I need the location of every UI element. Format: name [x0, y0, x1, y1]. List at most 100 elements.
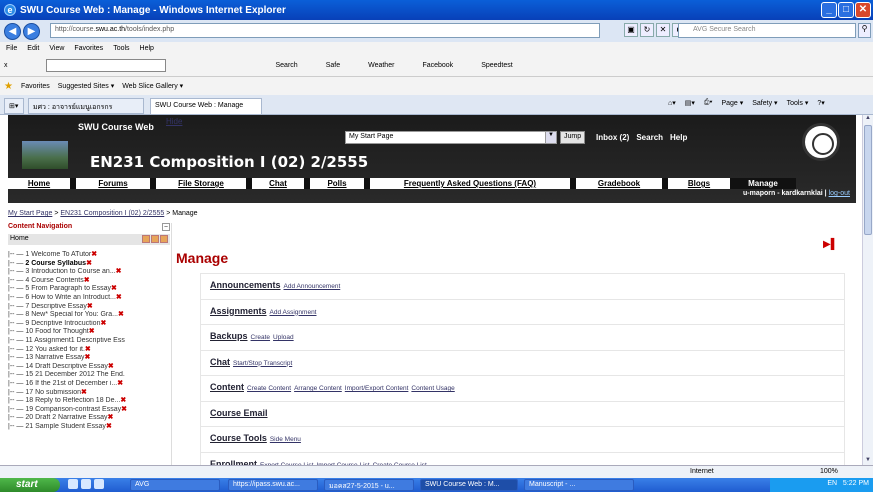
content-tree-item[interactable]: |-- — 4 Course Contents✖ — [8, 277, 171, 286]
address-bar[interactable]: http://course.swu.ac.th/tools/index.php — [50, 23, 600, 38]
compatibility-icon[interactable]: ▣ — [624, 23, 638, 37]
manage-section-link[interactable]: Chat — [210, 357, 230, 367]
content-tree-item[interactable]: |-- — 2 Course Syllabus✖ — [8, 260, 171, 269]
toolbar-facebook[interactable]: Facebook — [422, 62, 453, 69]
refresh-icon[interactable]: ↻ — [640, 23, 654, 37]
folder-icon[interactable] — [142, 235, 150, 243]
edit-icon[interactable] — [160, 235, 168, 243]
hide-link[interactable]: Hide — [166, 117, 182, 126]
content-tree-item[interactable]: |-- — 16 If the 21st of December i...✖ — [8, 380, 171, 389]
taskbar-document[interactable]: มอคส27-5-2015 - u... — [324, 479, 414, 491]
manage-section-link[interactable]: Assignments — [210, 306, 267, 316]
breadcrumb-start-page[interactable]: My Start Page — [8, 210, 52, 217]
nav-polls[interactable]: Polls — [310, 178, 370, 189]
scroll-thumb[interactable] — [864, 125, 872, 235]
start-button[interactable]: start — [0, 478, 60, 492]
content-tree-item[interactable]: |-- — 8 New* Special for You: Gra...✖ — [8, 311, 171, 320]
content-tree-item[interactable]: |-- — 11 Assignment1 Descriptive Ess — [8, 337, 171, 346]
delete-icon[interactable]: ✖ — [107, 414, 113, 421]
delete-icon[interactable]: ✖ — [85, 354, 91, 361]
content-tree-item[interactable]: |-- — 6 How to Write an Introduct...✖ — [8, 294, 171, 303]
manage-sublink[interactable]: Import/Export Content — [345, 385, 409, 392]
clock[interactable]: 5:22 PM — [843, 480, 869, 487]
toolbar-close[interactable]: x — [4, 62, 8, 69]
ie-quicklaunch-icon[interactable] — [68, 479, 78, 489]
tab-swu-thai[interactable]: มศว : อาจารย์แมนูเอกรกร — [28, 98, 144, 114]
inbox-link[interactable]: Inbox (2) — [596, 133, 629, 142]
collapse-icon[interactable]: – — [162, 223, 170, 231]
tools-menu[interactable]: Tools ▾ — [787, 99, 809, 107]
minimize-button[interactable]: _ — [821, 2, 837, 18]
jump-button[interactable]: Jump — [560, 131, 586, 144]
nav-blogs[interactable]: Blogs — [668, 178, 736, 189]
menu-file[interactable]: File — [6, 45, 17, 52]
close-button[interactable]: ✕ — [855, 2, 871, 18]
menu-view[interactable]: View — [49, 45, 64, 52]
toolbar-search[interactable]: Search — [276, 62, 298, 69]
manage-sublink[interactable]: Arrange Content — [294, 385, 342, 392]
toolbar-safe[interactable]: Safe — [326, 62, 340, 69]
delete-icon[interactable]: ✖ — [106, 423, 112, 430]
manage-section-link[interactable]: Course Tools — [210, 433, 267, 443]
back-button[interactable]: ◀ — [4, 22, 21, 40]
taskbar-manuscript[interactable]: Manuscript - ... — [524, 479, 634, 491]
delete-icon[interactable]: ✖ — [116, 294, 122, 301]
nav-forums[interactable]: Forums — [76, 178, 156, 189]
content-tree-item[interactable]: |-- — 7 Descriptive Essay✖ — [8, 303, 171, 312]
chrome-quicklaunch-icon[interactable] — [81, 479, 91, 489]
nav-faq[interactable]: Frequently Asked Questions (FAQ) — [370, 178, 576, 189]
delete-icon[interactable]: ✖ — [85, 346, 91, 353]
content-tree-item[interactable]: |-- — 20 Draft 2 Narrative Essay✖ — [8, 414, 171, 423]
jump-select[interactable]: My Start Page ▼ — [345, 131, 557, 144]
tab-course-web-manage[interactable]: SWU Course Web : Manage — [150, 98, 262, 114]
manage-section-link[interactable]: Backups — [210, 331, 248, 341]
play-arrow-icon[interactable]: ▶▌ — [823, 239, 838, 250]
feeds-icon[interactable]: ▤▾ — [685, 99, 695, 107]
toolbar-weather[interactable]: Weather — [368, 62, 394, 69]
help-icon[interactable]: ?▾ — [817, 99, 824, 107]
manage-sublink[interactable]: Create Content — [247, 385, 291, 392]
manage-sublink[interactable]: Content Usage — [411, 385, 454, 392]
search-link[interactable]: Search — [636, 133, 663, 142]
toolbar-search-input[interactable] — [45, 59, 166, 72]
zoom-level[interactable]: 100% — [820, 468, 838, 475]
delete-icon[interactable]: ✖ — [89, 328, 95, 335]
manage-sublink[interactable]: Add Assignment — [270, 309, 317, 316]
delete-icon[interactable]: ✖ — [86, 260, 92, 267]
menu-edit[interactable]: Edit — [27, 45, 39, 52]
content-tree-item[interactable]: |-- — 9 Decriptive Introcuction✖ — [8, 320, 171, 329]
content-tree-item[interactable]: |-- — 19 Comparison-contrast Essay✖ — [8, 406, 171, 415]
content-tree-item[interactable]: |-- — 3 Introduction to Course an...✖ — [8, 268, 171, 277]
manage-sublink[interactable]: Add Announcement — [284, 283, 341, 290]
logout-link[interactable]: log-out — [829, 190, 850, 197]
taskbar-avg[interactable]: AVG — [130, 479, 220, 491]
manage-section-link[interactable]: Announcements — [210, 280, 281, 290]
language-indicator[interactable]: EN — [827, 480, 837, 487]
suggested-sites-link[interactable]: Suggested Sites ▾ — [58, 82, 114, 90]
delete-icon[interactable]: ✖ — [91, 251, 97, 258]
stop-icon[interactable]: ✕ — [656, 23, 670, 37]
content-tree-item[interactable]: |-- — 21 Sample Student Essay✖ — [8, 423, 171, 432]
delete-icon[interactable]: ✖ — [120, 397, 126, 404]
taskbar-course-web[interactable]: SWU Course Web : M... — [420, 479, 518, 491]
delete-icon[interactable]: ✖ — [116, 268, 122, 275]
search-icon[interactable]: ⚲ — [858, 23, 871, 38]
manage-sublink[interactable]: Upload — [273, 334, 294, 341]
print-icon[interactable]: ⎙▾ — [704, 99, 713, 107]
manage-sublink[interactable]: Create — [251, 334, 271, 341]
delete-icon[interactable]: ✖ — [108, 363, 114, 370]
forward-button[interactable]: ▶ — [23, 22, 40, 40]
home-icon[interactable]: ⌂▾ — [668, 99, 676, 107]
toolbar-speedtest[interactable]: Speedtest — [481, 62, 513, 69]
menu-favorites[interactable]: Favorites — [74, 45, 103, 52]
content-tree-item[interactable]: |-- — 13 Narrative Essay✖ — [8, 354, 171, 363]
menu-help[interactable]: Help — [140, 45, 154, 52]
breadcrumb-course[interactable]: EN231 Composition I (02) 2/2555 — [60, 210, 164, 217]
search-input[interactable]: AVG Secure Search — [678, 23, 856, 38]
content-tree-item[interactable]: |-- — 12 You asked for it.✖ — [8, 346, 171, 355]
content-tree-item[interactable]: |-- — 15 21 December 2012 The End. — [8, 371, 171, 380]
delete-icon[interactable]: ✖ — [118, 311, 124, 318]
manage-sublink[interactable]: Side Menu — [270, 436, 301, 443]
manage-section-link[interactable]: Content — [210, 382, 244, 392]
favorites-button[interactable]: Favorites — [21, 83, 50, 90]
